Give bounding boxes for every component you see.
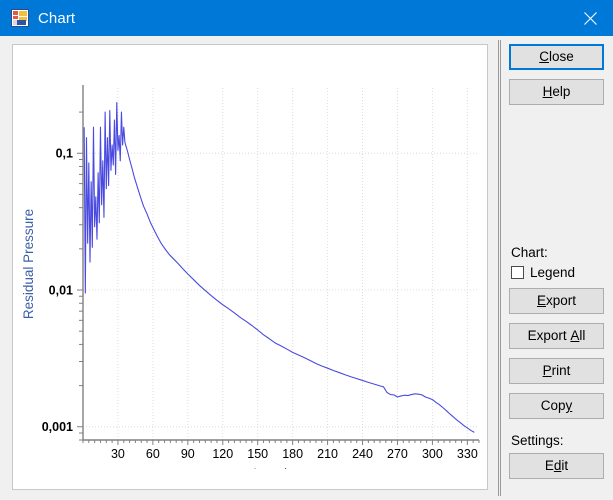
help-button[interactable]: Help <box>509 79 604 105</box>
svg-text:120: 120 <box>212 447 233 461</box>
print-button-mnemonic: P <box>542 363 552 378</box>
close-icon[interactable] <box>567 0 613 36</box>
close-button[interactable]: Close <box>509 44 604 70</box>
help-button-label-rest: elp <box>552 84 571 99</box>
svg-text:240: 240 <box>352 447 373 461</box>
svg-text:150: 150 <box>247 447 268 461</box>
copy-button-mnemonic: y <box>565 398 573 413</box>
svg-text:Residual Pressure: Residual Pressure <box>21 209 36 319</box>
print-button[interactable]: Print <box>509 358 604 384</box>
legend-checkbox-box[interactable] <box>511 266 524 279</box>
settings-group-label: Settings: <box>511 433 564 448</box>
svg-text:180: 180 <box>282 447 303 461</box>
svg-text:90: 90 <box>181 447 195 461</box>
close-button-mnemonic: C <box>539 49 549 64</box>
residual-pressure-plot: 30 60 90 120 150 180 210 240 270 300 330 0,1 0,01 0,0… <box>13 45 487 469</box>
export-button-mnemonic: E <box>536 293 546 308</box>
svg-text:0,1: 0,1 <box>56 147 73 161</box>
chart-window: Chart Residual Pressure 30 60 90 120 150 180 2… <box>0 0 613 500</box>
title-bar: Chart <box>0 0 613 36</box>
chart-group-label: Chart: <box>511 245 548 260</box>
window-body: Residual Pressure 30 60 90 120 150 180 210 240 2… <box>0 36 613 500</box>
export-all-button[interactable]: Export All <box>509 323 604 349</box>
side-panel: Close Help Chart: Legend Export Export A… <box>503 36 613 500</box>
svg-text:210: 210 <box>317 447 338 461</box>
svg-text:30: 30 <box>111 447 125 461</box>
svg-text:60: 60 <box>146 447 160 461</box>
svg-text:300: 300 <box>422 447 443 461</box>
chart-icon <box>11 9 29 27</box>
help-button-mnemonic: H <box>542 84 553 99</box>
svg-text:Iterations: Iterations <box>253 466 309 469</box>
legend-checkbox-label: Legend <box>530 265 576 280</box>
chart-pane: Residual Pressure 30 60 90 120 150 180 210 240 2… <box>0 36 497 500</box>
close-button-label-rest: lose <box>548 49 574 64</box>
copy-button[interactable]: Copy <box>509 393 604 419</box>
export-button[interactable]: Export <box>509 288 604 314</box>
svg-text:0,01: 0,01 <box>49 283 73 297</box>
window-title: Chart <box>38 9 76 27</box>
svg-text:0,001: 0,001 <box>42 420 73 434</box>
chart-panel[interactable]: Residual Pressure 30 60 90 120 150 180 210 240 2… <box>12 44 488 490</box>
legend-checkbox[interactable]: Legend <box>511 265 604 280</box>
svg-text:270: 270 <box>387 447 408 461</box>
svg-text:330: 330 <box>457 447 478 461</box>
edit-button[interactable]: Edit <box>509 453 604 479</box>
